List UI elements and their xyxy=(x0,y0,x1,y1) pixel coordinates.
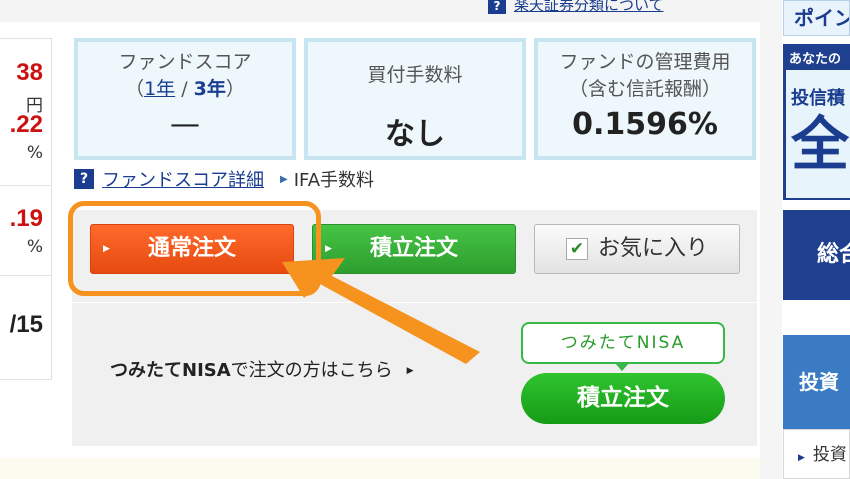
arrow-annotation-icon xyxy=(282,258,480,364)
